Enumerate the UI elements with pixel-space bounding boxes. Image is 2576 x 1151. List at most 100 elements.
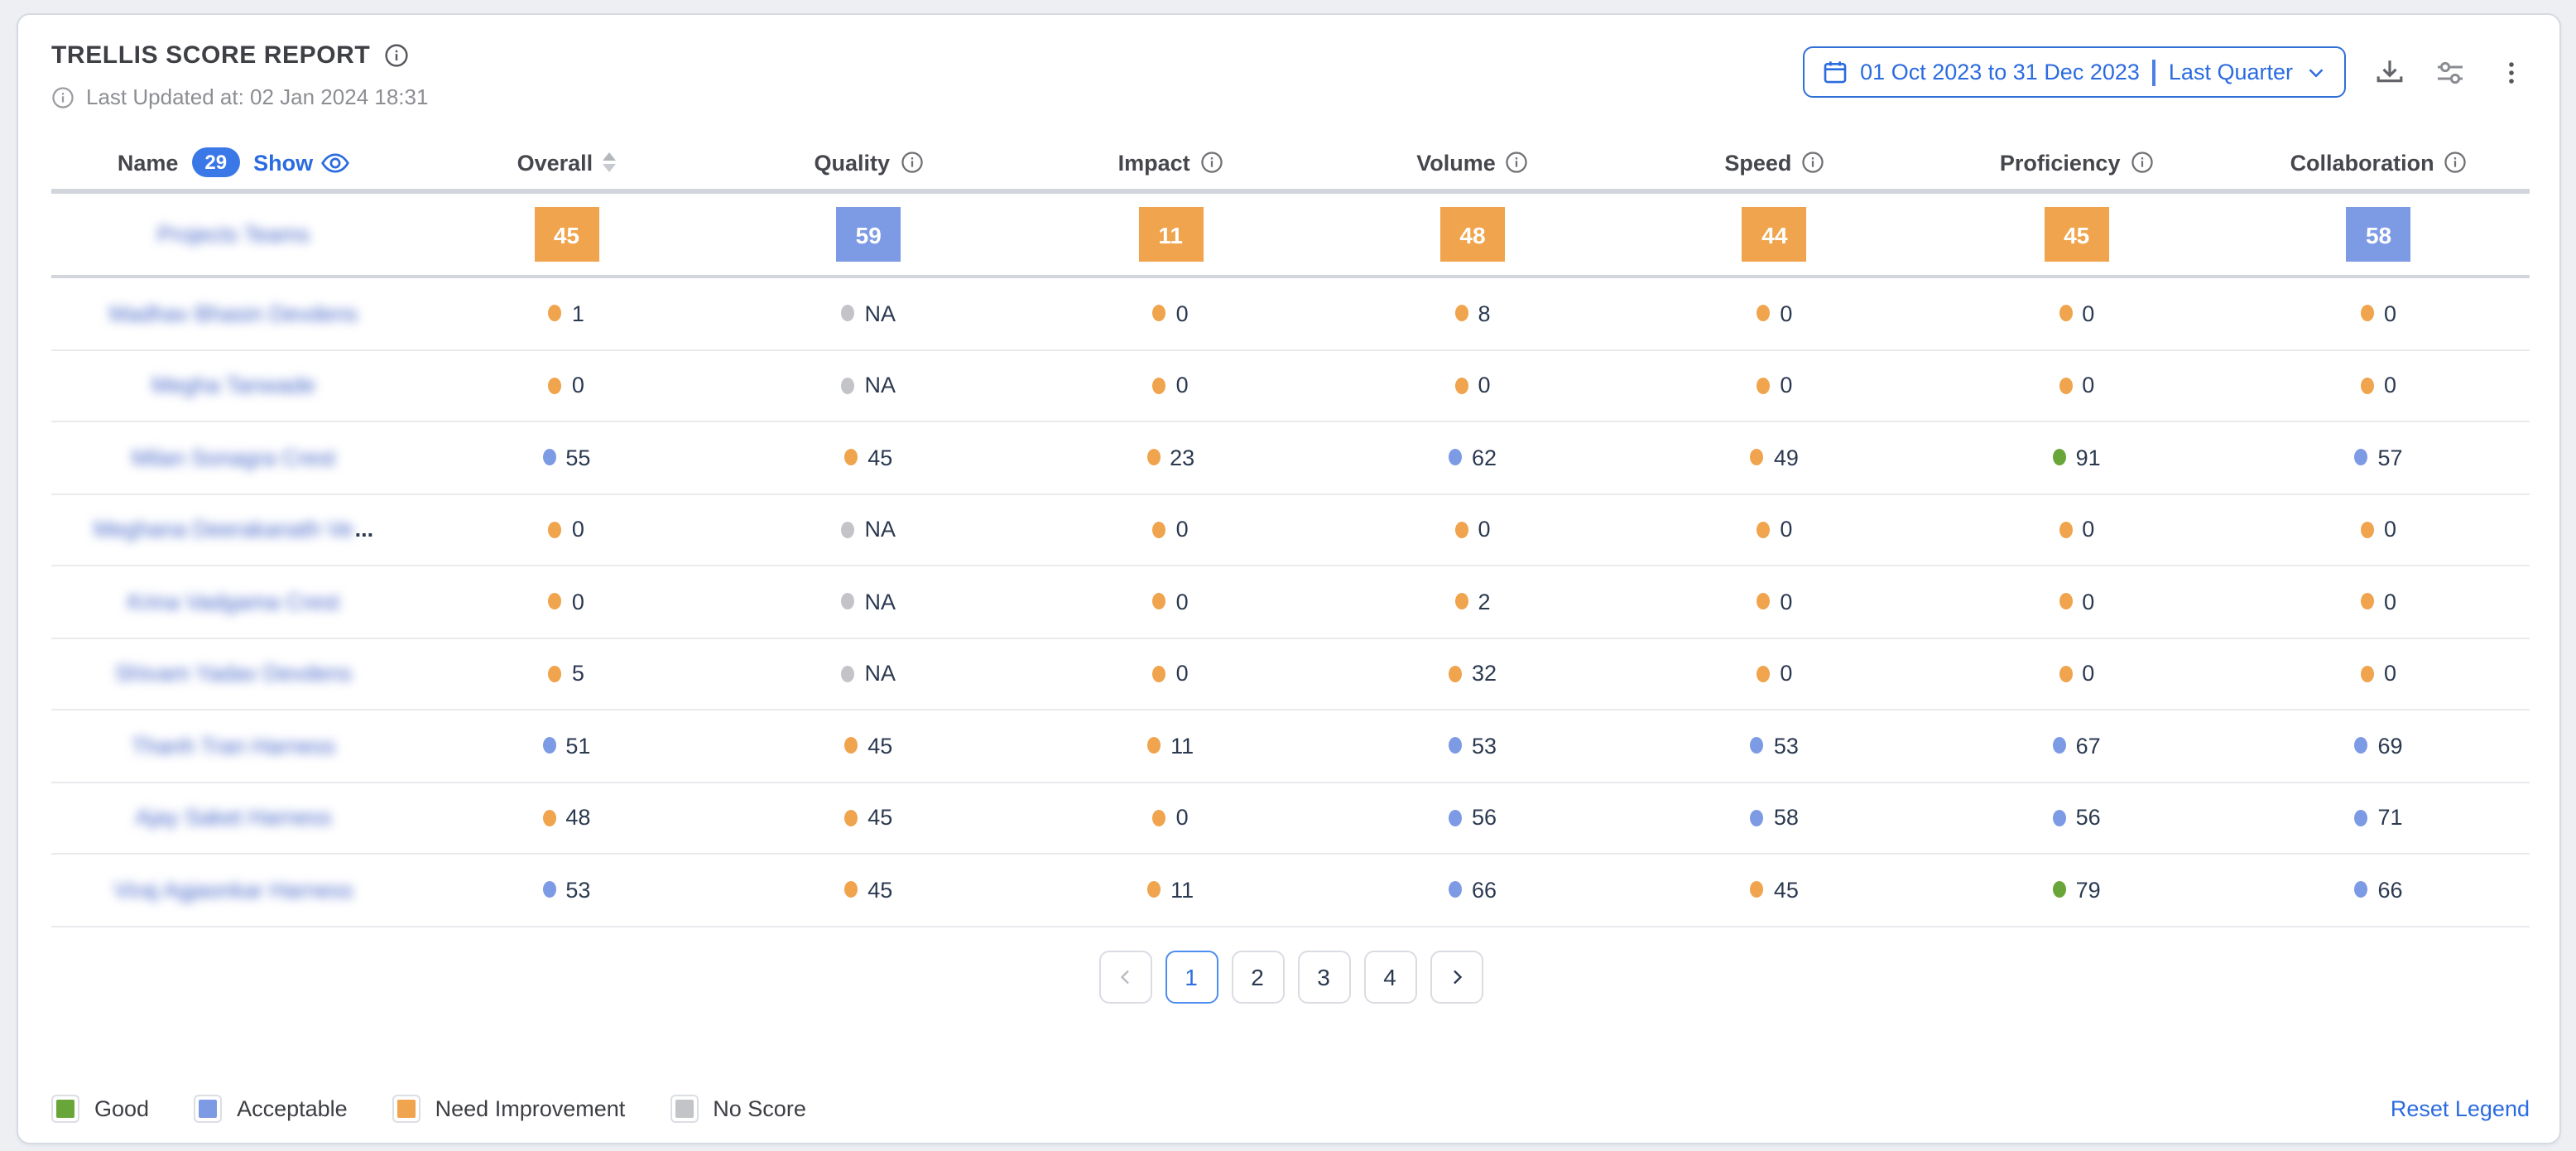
proficiency-score-cell: 0 xyxy=(1925,662,2228,686)
column-header-overall[interactable]: Overall xyxy=(416,150,718,175)
member-name-link[interactable]: Madhav Bhasin Devdens xyxy=(109,301,358,326)
score-status-dot xyxy=(844,882,858,898)
member-name-cell: Megha Tanwade ... xyxy=(51,373,416,398)
reset-legend-link[interactable]: Reset Legend xyxy=(2391,1096,2530,1121)
column-header-quality: Quality xyxy=(718,150,1020,175)
quality-score-cell: 59 xyxy=(718,207,1020,262)
score-value: 79 xyxy=(2076,878,2101,903)
score-badge-value: 58 xyxy=(2366,221,2391,248)
overall-score-cell: 0 xyxy=(416,518,718,542)
kebab-menu-icon[interactable] xyxy=(2493,54,2530,90)
impact-score-cell: 11 xyxy=(1020,207,1322,262)
last-updated-info-icon xyxy=(51,85,74,108)
score-value: 0 xyxy=(572,373,584,398)
show-names-button[interactable]: Show xyxy=(253,150,349,175)
pagination-page-4[interactable]: 4 xyxy=(1363,950,1416,1003)
date-range-button[interactable]: 01 Oct 2023 to 31 Dec 2023 Last Quarter xyxy=(1802,46,2346,98)
score-status-dot xyxy=(1153,594,1166,610)
sort-icon[interactable] xyxy=(603,152,616,172)
member-name-link[interactable]: Viraj Agjaonkar Harness xyxy=(113,878,353,903)
score-badge: 44 xyxy=(1742,207,1807,262)
score-status-dot xyxy=(1454,522,1468,538)
column-label: Proficiency xyxy=(2000,150,2121,175)
proficiency-score-cell: 0 xyxy=(1925,518,2228,542)
score-status-dot xyxy=(842,378,855,394)
proficiency-score-cell: 0 xyxy=(1925,373,2228,398)
member-name-link[interactable]: Meghana Deerakanath Ve xyxy=(94,518,353,542)
member-name-link[interactable]: Projects Teams xyxy=(157,222,310,247)
member-name-link[interactable]: Krina Vadgama Crest xyxy=(127,590,339,614)
pagination-prev-button[interactable] xyxy=(1098,950,1151,1003)
score-value: 71 xyxy=(2378,806,2403,831)
score-value: 8 xyxy=(1478,301,1490,326)
legend-item-no-score[interactable]: No Score xyxy=(670,1095,806,1123)
date-range-separator xyxy=(2153,59,2155,85)
title-info-icon[interactable] xyxy=(383,43,408,68)
impact-info-icon[interactable] xyxy=(1200,151,1223,174)
score-badge: 45 xyxy=(534,207,598,262)
quality-score-cell: NA xyxy=(718,518,1020,542)
member-name-cell: Meghana Deerakanath Ve ... xyxy=(51,518,416,542)
pagination-page-2[interactable]: 2 xyxy=(1231,950,1284,1003)
collaboration-info-icon[interactable] xyxy=(2444,151,2468,174)
score-status-dot xyxy=(1153,306,1166,322)
column-header-impact: Impact xyxy=(1020,150,1322,175)
settings-sliders-icon[interactable] xyxy=(2432,54,2468,90)
score-status-dot xyxy=(842,522,855,538)
volume-score-cell: 62 xyxy=(1322,445,1624,470)
pagination-page-1[interactable]: 1 xyxy=(1165,950,1218,1003)
score-status-dot xyxy=(1449,810,1462,826)
score-badge-value: 11 xyxy=(1158,221,1183,248)
score-value: 0 xyxy=(1478,518,1490,542)
score-value: 55 xyxy=(565,445,590,470)
legend-item-good[interactable]: Good xyxy=(51,1095,149,1123)
member-name-link[interactable]: Shivam Yadav Devdens xyxy=(115,662,352,686)
volume-info-icon[interactable] xyxy=(1506,151,1529,174)
score-status-dot xyxy=(549,522,562,538)
pagination-next-button[interactable] xyxy=(1430,950,1483,1003)
score-status-dot xyxy=(1751,882,1764,898)
speed-score-cell: 0 xyxy=(1623,373,1925,398)
table-row: Projects Teams ... 45 59 11 48 44 xyxy=(51,189,2530,278)
score-value: 0 xyxy=(2082,662,2094,686)
score-status-dot xyxy=(2355,450,2368,466)
score-value: 67 xyxy=(2076,734,2101,759)
quality-info-icon[interactable] xyxy=(900,151,923,174)
score-badge-value: 45 xyxy=(554,221,579,248)
score-status-dot xyxy=(2059,594,2072,610)
score-status-dot xyxy=(2053,450,2066,466)
score-status-dot xyxy=(1751,810,1764,826)
score-status-dot xyxy=(542,450,555,466)
score-status-dot xyxy=(1751,738,1764,754)
score-status-dot xyxy=(1757,522,1770,538)
speed-score-cell: 0 xyxy=(1623,590,1925,614)
member-name-link[interactable]: Milan Sonagra Crest xyxy=(132,445,335,470)
overall-score-cell: 55 xyxy=(416,445,718,470)
impact-score-cell: 0 xyxy=(1020,806,1322,831)
member-name-link[interactable]: Ajay Saket Harness xyxy=(135,806,331,831)
score-status-dot xyxy=(542,882,555,898)
legend-label: No Score xyxy=(713,1096,806,1121)
score-status-dot xyxy=(542,738,555,754)
speed-info-icon[interactable] xyxy=(1801,151,1824,174)
proficiency-info-icon[interactable] xyxy=(2130,151,2153,174)
score-value: 53 xyxy=(565,878,590,903)
score-value: 49 xyxy=(1774,445,1799,470)
score-badge: 45 xyxy=(2045,207,2109,262)
score-status-dot xyxy=(844,450,858,466)
member-name-link[interactable]: Thanh Tran Harness xyxy=(132,734,335,759)
proficiency-score-cell: 45 xyxy=(1925,207,2228,262)
pagination-page-3[interactable]: 3 xyxy=(1297,950,1350,1003)
score-status-dot xyxy=(1757,666,1770,682)
legend-item-acceptable[interactable]: Acceptable xyxy=(194,1095,348,1123)
download-icon[interactable] xyxy=(2371,54,2407,90)
member-name-link[interactable]: Megha Tanwade xyxy=(151,373,315,398)
table-row: Ajay Saket Harness ... 48 45 0 56 58 xyxy=(51,783,2530,855)
score-value: 56 xyxy=(2076,806,2101,831)
speed-score-cell: 58 xyxy=(1623,806,1925,831)
proficiency-score-cell: 0 xyxy=(1925,301,2228,326)
score-value: 0 xyxy=(572,518,584,542)
table-row: Meghana Deerakanath Ve ... 0 NA 0 0 0 xyxy=(51,494,2530,566)
legend-item-need-improvement[interactable]: Need Improvement xyxy=(392,1095,626,1123)
volume-score-cell: 8 xyxy=(1322,301,1624,326)
